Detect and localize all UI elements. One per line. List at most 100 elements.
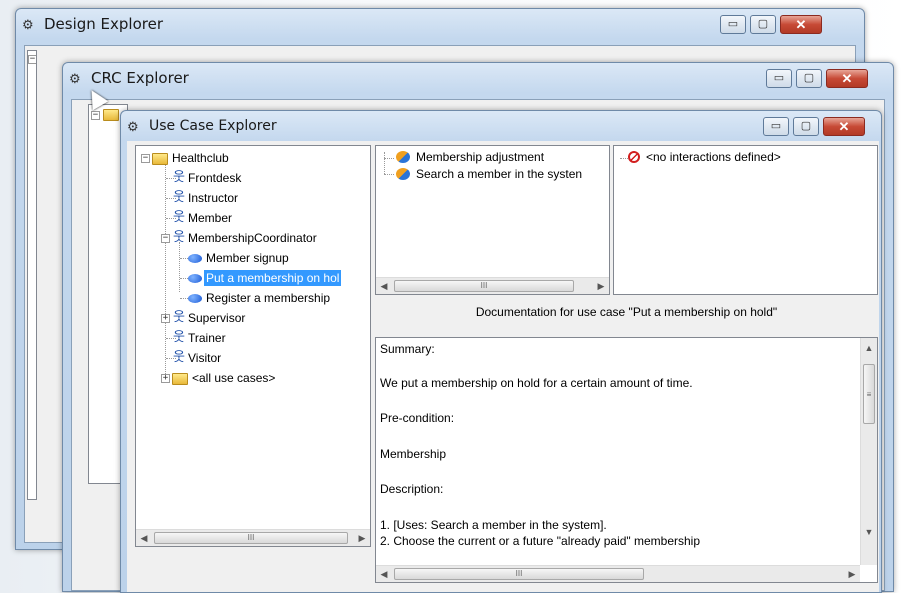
collapse-icon[interactable]: − — [161, 234, 170, 243]
related-use-case-item[interactable]: Membership adjustment — [416, 149, 544, 165]
scroll-left-icon[interactable]: ◀ — [136, 530, 152, 546]
window-title: Use Case Explorer — [149, 118, 277, 134]
folder-icon — [103, 109, 119, 121]
documentation-textarea[interactable]: Summary: We put a membership on hold for… — [375, 337, 878, 583]
tree-node-use-case[interactable]: Register a membership — [206, 290, 330, 306]
explorer-app-icon: ⚙ — [69, 71, 81, 86]
close-icon: ✕ — [841, 71, 853, 86]
close-icon: ✕ — [838, 119, 850, 134]
use-case-link-icon — [396, 168, 410, 180]
doc-line: We put a membership on hold for a certai… — [380, 376, 693, 390]
folder-icon — [152, 153, 168, 165]
actor-icon: 웃 — [173, 210, 185, 225]
design-explorer-titlebar[interactable]: ⚙ Design Explorer ▭ ▢ ✕ — [16, 9, 864, 39]
doc-line: Membership — [380, 447, 447, 461]
scroll-right-icon[interactable]: ▶ — [354, 530, 370, 546]
crc-explorer-titlebar[interactable]: ⚙ CRC Explorer ▭ ▢ ✕ — [63, 63, 893, 93]
design-tree-panel[interactable]: − — [27, 50, 37, 500]
tree-node-actor[interactable]: Instructor — [188, 190, 238, 206]
minimize-button[interactable]: ▭ — [720, 15, 746, 34]
maximize-icon: ▢ — [803, 72, 815, 84]
explorer-app-icon: ⚙ — [127, 119, 139, 134]
maximize-button[interactable]: ▢ — [750, 15, 776, 34]
maximize-button[interactable]: ▢ — [796, 69, 822, 88]
tree-node-all-use-cases[interactable]: <all use cases> — [192, 370, 275, 386]
minimize-button[interactable]: ▭ — [763, 117, 789, 136]
tree-node-actor[interactable]: Visitor — [188, 350, 221, 366]
scroll-thumb[interactable]: ≡ — [863, 364, 875, 424]
actor-icon: 웃 — [173, 170, 185, 185]
actor-icon: 웃 — [173, 230, 185, 245]
minimize-icon: ▭ — [773, 72, 785, 84]
tree-connector — [384, 174, 394, 175]
tree-node-actor[interactable]: Member — [188, 210, 232, 226]
window-title: Design Explorer — [44, 15, 164, 33]
scroll-thumb[interactable]: III — [394, 568, 644, 580]
expand-icon[interactable]: − — [91, 111, 100, 120]
scroll-up-icon[interactable]: ▲ — [861, 340, 877, 356]
minimize-icon: ▭ — [727, 18, 739, 30]
use-case-icon — [188, 274, 202, 283]
maximize-button[interactable]: ▢ — [793, 117, 819, 136]
scroll-down-icon[interactable]: ▼ — [861, 524, 877, 540]
use-case-explorer-client: − Healthclub 웃 Frontdesk 웃 Instructor 웃 … — [127, 141, 879, 592]
no-entry-icon — [628, 151, 640, 163]
interactions-panel[interactable]: <no interactions defined> — [613, 145, 878, 295]
close-button[interactable]: ✕ — [826, 69, 868, 88]
expand-icon[interactable]: + — [161, 314, 170, 323]
scroll-left-icon[interactable]: ◀ — [376, 278, 392, 294]
use-case-icon — [188, 294, 202, 303]
actor-icon: 웃 — [173, 350, 185, 365]
tree-node-actor[interactable]: Trainer — [188, 330, 226, 346]
tree-node-actor[interactable]: MembershipCoordinator — [188, 230, 317, 246]
documentation-heading: Documentation for use case "Put a member… — [475, 305, 778, 319]
use-case-explorer-titlebar[interactable]: ⚙ Use Case Explorer ▭ ▢ ✕ — [121, 111, 881, 141]
tree-connector — [165, 162, 166, 382]
doc-line: Pre-condition: — [380, 411, 455, 425]
scroll-thumb[interactable]: III — [394, 280, 574, 292]
minimize-icon: ▭ — [770, 120, 782, 132]
close-button[interactable]: ✕ — [780, 15, 822, 34]
scroll-right-icon[interactable]: ▶ — [593, 278, 609, 294]
use-case-tree-panel[interactable]: − Healthclub 웃 Frontdesk 웃 Instructor 웃 … — [135, 145, 371, 547]
actor-icon: 웃 — [173, 190, 185, 205]
doc-vertical-scrollbar[interactable]: ▲ ≡ ▼ — [860, 338, 877, 565]
close-button[interactable]: ✕ — [823, 117, 865, 136]
doc-line: 1. [Uses: Search a member in the system]… — [380, 518, 607, 532]
scroll-right-icon[interactable]: ▶ — [844, 566, 860, 582]
maximize-icon: ▢ — [757, 18, 769, 30]
use-case-link-icon — [396, 151, 410, 163]
scroll-left-icon[interactable]: ◀ — [376, 566, 392, 582]
interactions-placeholder: <no interactions defined> — [646, 150, 781, 164]
doc-line: Description: — [380, 482, 444, 496]
tree-node-use-case[interactable]: Member signup — [206, 250, 289, 266]
doc-horizontal-scrollbar[interactable]: ◀ III ▶ — [376, 565, 860, 582]
minimize-button[interactable]: ▭ — [766, 69, 792, 88]
window-title: CRC Explorer — [91, 69, 189, 87]
explorer-app-icon: ⚙ — [22, 17, 34, 32]
use-case-explorer-window[interactable]: ⚙ Use Case Explorer ▭ ▢ ✕ − Healthclub 웃… — [120, 110, 882, 593]
collapse-icon[interactable]: − — [141, 154, 150, 163]
tree-node-root[interactable]: Healthclub — [172, 150, 229, 166]
expand-icon[interactable]: + — [161, 374, 170, 383]
tree-node-actor[interactable]: Frontdesk — [188, 170, 241, 186]
folder-icon — [172, 373, 188, 385]
related-use-case-item[interactable]: Search a member in the systen — [416, 166, 582, 182]
actor-icon: 웃 — [173, 310, 185, 325]
tree-connector — [384, 152, 385, 174]
expand-icon[interactable]: − — [28, 55, 36, 64]
tree-node-actor[interactable]: Supervisor — [188, 310, 245, 326]
maximize-icon: ▢ — [800, 120, 812, 132]
close-icon: ✕ — [795, 17, 807, 32]
doc-line: Summary: — [380, 342, 435, 356]
actor-icon: 웃 — [173, 330, 185, 345]
related-use-cases-panel[interactable]: Membership adjustment Search a member in… — [375, 145, 610, 295]
tree-horizontal-scrollbar[interactable]: ◀ III ▶ — [136, 529, 370, 546]
doc-line: 2. Choose the current or a future "alrea… — [380, 534, 701, 548]
tree-node-use-case-selected[interactable]: Put a membership on hol — [204, 270, 342, 286]
tree-connector — [384, 158, 394, 159]
use-case-icon — [188, 254, 202, 263]
related-horizontal-scrollbar[interactable]: ◀ III ▶ — [376, 277, 609, 294]
tree-connector — [179, 242, 180, 292]
scroll-thumb[interactable]: III — [154, 532, 348, 544]
